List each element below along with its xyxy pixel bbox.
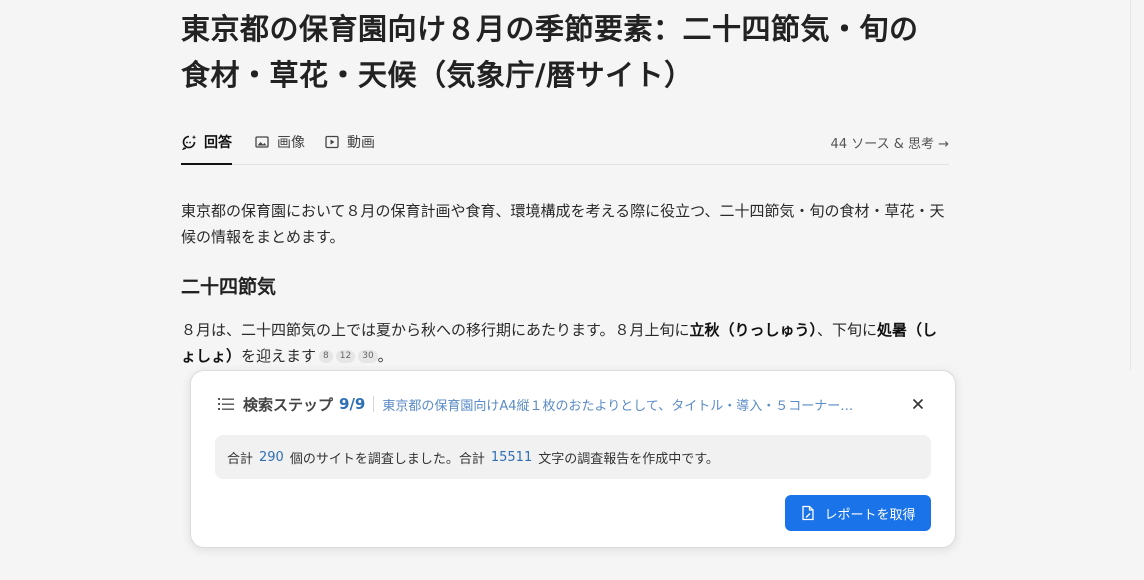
main-content: 東京都の保育園向け８月の季節要素：二十四節気・旬の 食材・草花・天候（気象庁/暦… (181, 0, 949, 365)
panel-title: 検索ステップ (243, 395, 334, 414)
result-tabs: 回答 画像 動画 44 ソース & 思考 → (181, 120, 949, 165)
list-icon (218, 398, 234, 410)
search-query-text: 東京都の保育園向けA4縦１枚のおたよりとして、タイトル・導入・５コーナー… (382, 398, 854, 414)
tab-videos[interactable]: 動画 (324, 120, 375, 164)
para-text-2: 、下旬に (817, 321, 878, 339)
get-report-button[interactable]: レポートを取得 (785, 495, 931, 531)
tab-answer-label: 回答 (204, 135, 232, 151)
step-counter: 9/9 (339, 395, 366, 413)
status-prefix: 合計 (227, 451, 254, 467)
page-title-line1: 東京都の保育園向け８月の季節要素：二十四節気・旬の (181, 12, 919, 46)
scrollbar-track[interactable] (1130, 0, 1144, 370)
close-icon (912, 398, 924, 410)
tab-videos-label: 動画 (347, 135, 375, 151)
para-text-3: を迎えます (241, 347, 317, 365)
divider (373, 396, 375, 412)
status-suffix: 文字の調査報告を作成中です。 (538, 451, 719, 467)
page-title: 東京都の保育園向け８月の季節要素：二十四節気・旬の 食材・草花・天候（気象庁/暦… (181, 6, 949, 98)
solar-terms-paragraph: ８月は、二十四節気の上では夏から秋への移行期にあたります。８月上旬に立秋（りっし… (181, 317, 949, 369)
document-icon (802, 505, 815, 521)
section-heading: 二十四節気 (181, 276, 277, 298)
close-button[interactable] (907, 393, 929, 415)
citation-badge[interactable]: 8 (319, 350, 333, 363)
para-bold-risshu: 立秋（りっしゅう） (689, 321, 818, 339)
para-text-1: ８月は、二十四節気の上では夏から秋への移行期にあたります。８月上旬に (181, 321, 690, 339)
chars-count: 15511 (490, 449, 533, 465)
image-icon (255, 136, 269, 148)
page-title-line2: 食材・草花・天候（気象庁/暦サイト） (181, 58, 694, 92)
get-report-label: レポートを取得 (824, 507, 916, 523)
panel-header: 検索ステップ 9/9 東京都の保育園向けA4縦１枚のおたよりとして、タイトル・導… (217, 393, 929, 415)
citation-badge[interactable]: 12 (335, 350, 356, 363)
sparkle-chat-icon (181, 135, 197, 150)
para-end: 。 (377, 347, 393, 365)
video-play-icon (325, 135, 339, 149)
sources-and-thinking-link[interactable]: 44 ソース & 思考 → (831, 120, 949, 164)
tab-images[interactable]: 画像 (254, 120, 305, 164)
status-mid: 個のサイトを調査しました。合計 (289, 451, 485, 467)
intro-paragraph: 東京都の保育園において８月の保育計画や食育、環境構成を考える際に役立つ、二十四節… (181, 202, 945, 246)
sites-count: 290 (259, 449, 284, 465)
search-steps-panel: 検索ステップ 9/9 東京都の保育園向けA4縦１枚のおたよりとして、タイトル・導… (190, 370, 956, 548)
status-message: 合計 290 個のサイトを調査しました。合計 15511 文字の調査報告を作成中… (215, 435, 931, 479)
citation-badge[interactable]: 30 (358, 350, 378, 363)
tab-answer[interactable]: 回答 (181, 120, 232, 165)
tab-images-label: 画像 (277, 135, 305, 151)
